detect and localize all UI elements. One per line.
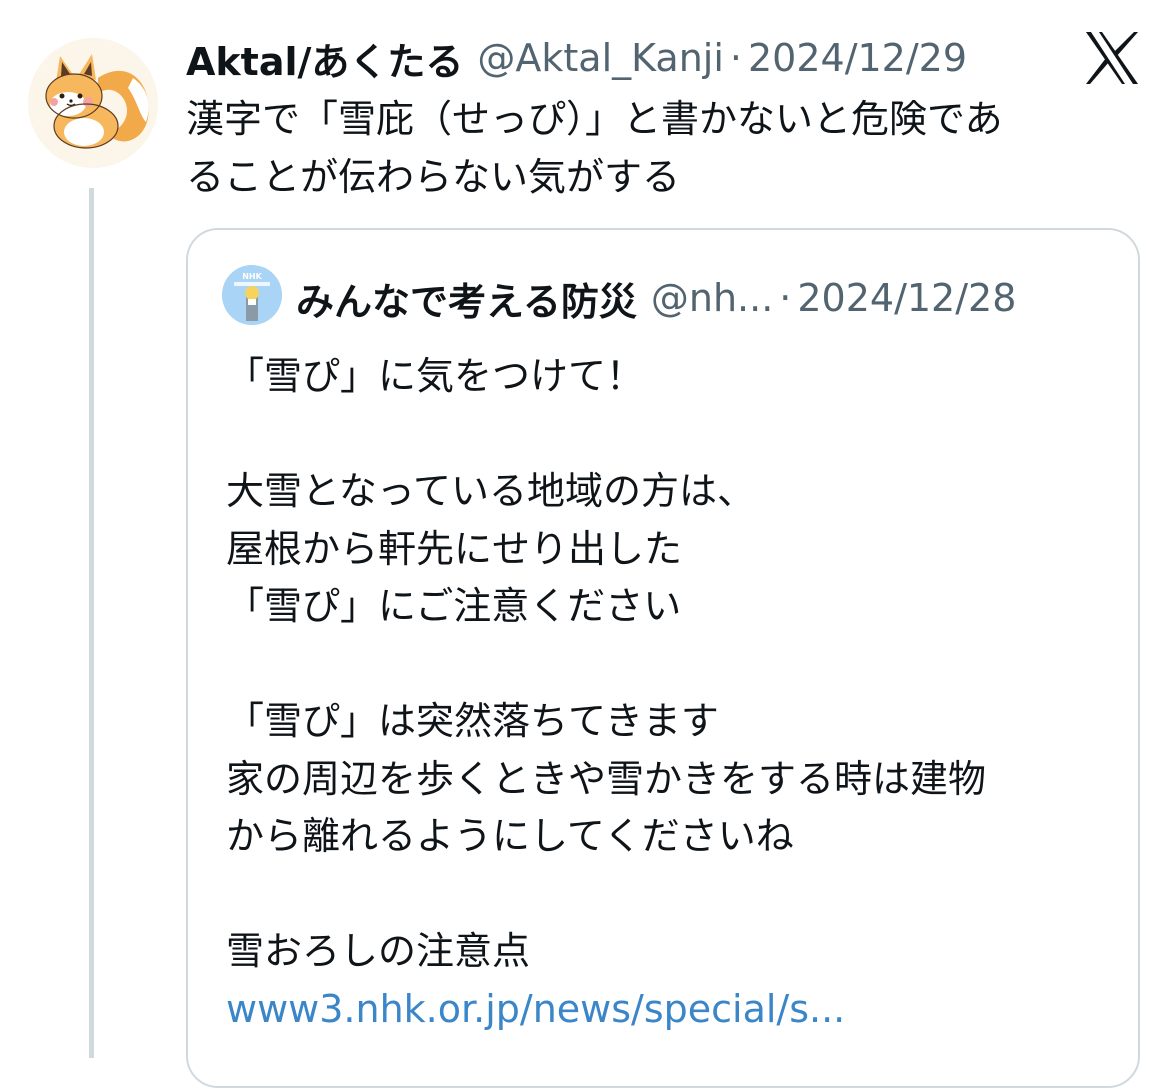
quote-body-line: 「雪ぴ」に気をつけて！ [226,354,645,398]
quote-body-line: 「雪ぴ」は突然落ちてきます [226,699,719,743]
avatar-text: NHK [242,272,262,281]
tweet-text-line: 漢字で「雪庇（せっぴ）」と書かないと危険であ [186,97,1003,141]
tweet-text-line: ることが伝わらない気がする [186,155,681,199]
x-logo-icon[interactable] [1082,30,1142,86]
quote-header: みんなで考える防災 @nh... · 2024/12/28 [296,270,1016,326]
quote-body-line: 家の周辺を歩くときや雪かきをする時は建物 [226,756,987,801]
quote-body-line: 大雪となっている地域の方は、 [226,469,755,513]
quote-body-line [226,406,1106,464]
quote-author-avatar[interactable]: NHK [222,265,282,325]
quote-author-name[interactable]: みんなで考える防災 [296,271,637,326]
quote-link[interactable]: www3.nhk.or.jp/news/special/s... [226,981,1106,1039]
fox-avatar-icon [28,38,158,168]
author-name[interactable]: Aktal/あくたる [186,31,463,86]
quote-body-line: から離れるようにしてくださいね [226,814,794,858]
author-handle[interactable]: @Aktal_Kanji [477,36,723,80]
header-separator: · [729,36,742,80]
quote-body-line: 「雪ぴ」にご注意ください [226,584,682,628]
tweet-date[interactable]: 2024/12/29 [748,36,967,80]
quoted-tweet-card[interactable]: NHK みんなで考える防災 @nh... · 2024/12/28 「雪ぴ」に気… [186,228,1140,1088]
thread-connector-line [89,188,94,1058]
nhk-bousai-avatar-icon: NHK [222,265,282,325]
tweet-header: Aktal/あくたる @Aktal_Kanji · 2024/12/29 [186,30,967,86]
quote-header-separator: · [779,276,792,320]
author-avatar[interactable] [28,38,158,168]
quote-body-line [226,866,1106,924]
quote-body-line: 雪おろしの注意点 [226,929,531,973]
quote-body-line [226,636,1106,694]
quote-date[interactable]: 2024/12/28 [797,276,1016,320]
quote-author-handle[interactable]: @nh... [651,276,773,320]
tweet-text: 漢字で「雪庇（せっぴ）」と書かないと危険であ ることが伝わらない気がする [186,90,1126,206]
quote-body-line: 屋根から軒先にせり出した [226,526,683,571]
quote-body: 「雪ぴ」に気をつけて！ 大雪となっている地域の方は、 屋根から軒先にせり出した … [226,348,1106,1038]
